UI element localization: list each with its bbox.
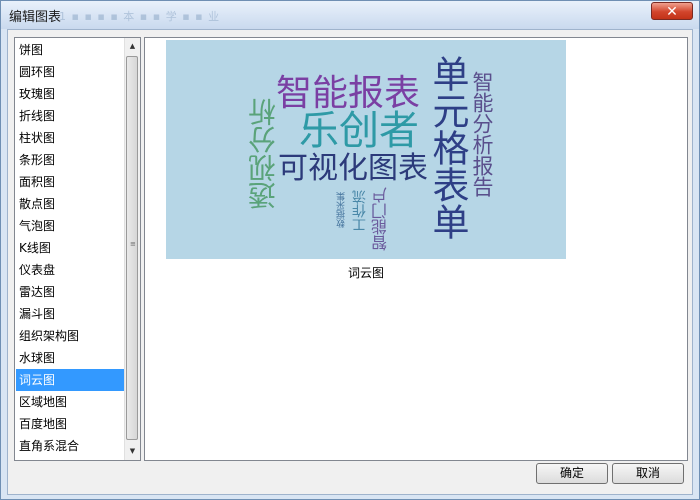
thumbnail-caption: 词云图 <box>347 266 384 280</box>
chart-type-item[interactable]: 雷达图 <box>16 281 125 303</box>
word-cloud-word: 乐创者 <box>299 108 419 154</box>
scroll-up-icon[interactable]: ▲ <box>125 38 140 55</box>
cancel-button[interactable]: 取消 <box>612 463 684 484</box>
chart-type-item[interactable]: 水球图 <box>16 347 125 369</box>
chart-type-item[interactable]: 散点图 <box>16 193 125 215</box>
word-cloud-word: 单元格表单 <box>426 55 469 240</box>
word-cloud-word: 智能分析报告 <box>470 71 494 197</box>
chart-type-item[interactable]: K线图 <box>16 237 125 259</box>
scroll-down-icon[interactable]: ▼ <box>125 443 140 460</box>
dialog-title: 编辑图表 <box>9 10 62 25</box>
title-bar[interactable]: 编辑图表 1 ▪ ▪ ▪ ▪ 本 ▪ ▪ 学 ▪ ▪ 业 ✕ <box>1 1 699 29</box>
chart-type-item[interactable]: 词云图 <box>16 369 125 391</box>
word-cloud-word: 透视分析 <box>247 98 280 210</box>
chart-type-item[interactable]: 直角系混合 <box>16 435 125 457</box>
chart-type-items: 饼图 圆环图 玫瑰图 折线图 柱状图 条形图 面积图 散点图 气泡图 K线图 仪表盘 雷达图 漏斗图 组织… <box>16 39 125 457</box>
word-cloud-thumbnail[interactable]: 智能报表 乐创者 可视化图表 单元格表单 智能分析报告 透视分析 工作流 智能门… <box>166 40 566 259</box>
chart-type-list[interactable]: 饼图 圆环图 玫瑰图 折线图 柱状图 条形图 面积图 散点图 气泡图 K线图 仪表盘 雷达图 漏斗图 组织… <box>14 37 141 461</box>
close-icon: ✕ <box>666 4 678 20</box>
list-scrollbar[interactable]: ▲ ≡ ▼ <box>124 38 140 460</box>
word-cloud-word: 工作流 <box>352 190 368 232</box>
word-cloud-word: 智能报表 <box>276 73 421 114</box>
word-cloud-word: 可视化图表 <box>278 151 428 186</box>
grip-icon: ≡ <box>130 240 136 248</box>
close-button[interactable]: ✕ <box>651 2 693 20</box>
chart-type-item[interactable]: 百度地图 <box>16 413 125 435</box>
chart-type-item[interactable]: 饼图 <box>16 39 125 61</box>
chart-type-item[interactable]: 漏斗图 <box>16 303 125 325</box>
word-cloud-word: 数据采集 <box>337 192 347 228</box>
word-cloud-word: 智能门户 <box>371 187 390 251</box>
chart-type-item[interactable]: 玫瑰图 <box>16 83 125 105</box>
chart-type-item[interactable]: 仪表盘 <box>16 259 125 281</box>
chart-type-item[interactable]: 组织架构图 <box>16 325 125 347</box>
chart-preview-pane: 智能报表 乐创者 可视化图表 单元格表单 智能分析报告 透视分析 工作流 智能门… <box>144 37 688 461</box>
chart-type-item[interactable]: 条形图 <box>16 149 125 171</box>
ok-button[interactable]: 确定 <box>536 463 608 484</box>
chart-type-item[interactable]: 气泡图 <box>16 215 125 237</box>
chart-type-item[interactable]: 圆环图 <box>16 61 125 83</box>
edit-chart-dialog: 编辑图表 1 ▪ ▪ ▪ ▪ 本 ▪ ▪ 学 ▪ ▪ 业 ✕ 饼图 圆环图 玫瑰图折… <box>0 0 700 500</box>
chart-type-item[interactable]: 柱状图 <box>16 127 125 149</box>
chart-type-item[interactable]: 折线图 <box>16 105 125 127</box>
dialog-body: 饼图 圆环图 玫瑰图 折线图 柱状图 条形图 面积图 散点图 气泡图 K线图 仪表盘 雷达图 漏斗图 组织… <box>7 29 693 495</box>
background-window-title: 1 ▪ ▪ ▪ ▪ 本 ▪ ▪ 学 ▪ ▪ 业 <box>59 10 221 23</box>
chart-type-item[interactable]: 面积图 <box>16 171 125 193</box>
chart-type-item[interactable]: 区域地图 <box>16 391 125 413</box>
scroll-thumb[interactable]: ≡ <box>126 56 138 440</box>
